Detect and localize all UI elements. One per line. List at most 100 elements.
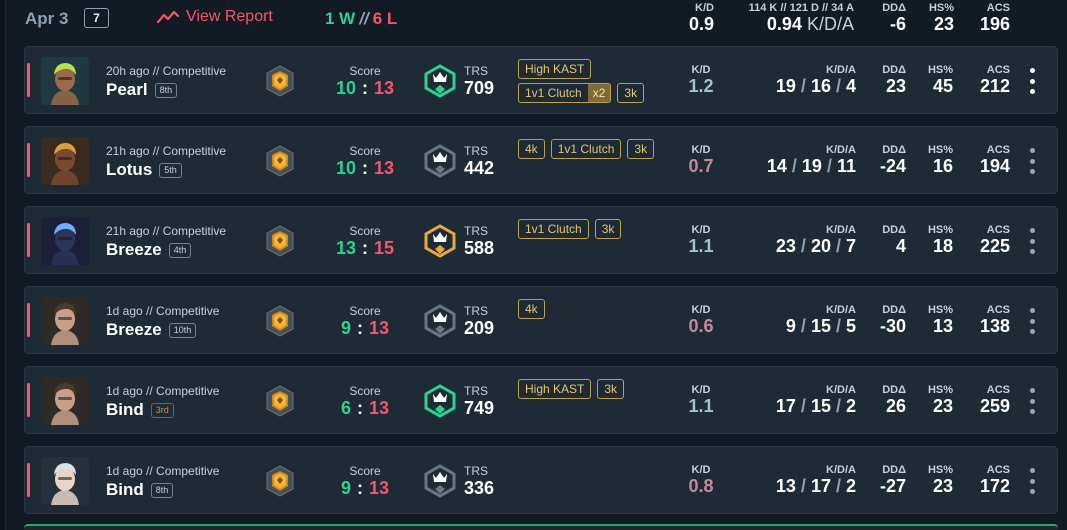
badge-text: High KAST	[525, 62, 585, 76]
kda-label: K/D/A	[826, 464, 856, 476]
score-label: Score	[349, 304, 381, 318]
trs-value: 588	[464, 238, 495, 258]
placement-badge: 5th	[159, 162, 182, 178]
more-options-icon[interactable]	[1027, 468, 1037, 494]
match-row[interactable]: 20h ago // Competitive Pearl 8th Score 1…	[24, 46, 1058, 114]
match-row[interactable]: 1d ago // Competitive Bind 3rd Score 6:1…	[24, 366, 1058, 434]
trs-label: TRS	[464, 304, 488, 318]
score-label: Score	[349, 64, 381, 78]
agent-omen-icon	[41, 217, 89, 265]
summary-dd: DDΔ -6	[882, 2, 906, 35]
loss-indicator	[27, 303, 30, 337]
achievement-badges: 4k 1v1 Clutch 3k	[518, 139, 668, 159]
match-row[interactable]: 1d ago // Competitive Bind 8th Score 9:1…	[24, 446, 1058, 514]
achievement-badge: 3k	[594, 219, 622, 239]
loss-indicator	[27, 223, 30, 257]
score: Score 9:13	[325, 304, 405, 339]
score-lost: 13	[368, 478, 390, 498]
view-report-label: View Report	[186, 8, 273, 25]
next-match-row-edge[interactable]	[24, 524, 1058, 530]
kd-label: K/D	[691, 464, 711, 476]
kd-value: 1.1	[688, 236, 714, 256]
achievement-badges: 1v1 Clutch 3k	[518, 219, 668, 239]
trs-label: TRS	[464, 224, 488, 238]
achievement-badge: High KAST	[518, 59, 592, 79]
trs-value: 209	[464, 318, 495, 338]
loss-indicator	[27, 383, 30, 417]
more-options-icon[interactable]	[1027, 308, 1037, 334]
acs-value: 259	[979, 396, 1010, 416]
score-colon: :	[356, 318, 363, 338]
match-count-badge: 7	[84, 8, 109, 28]
average-combat-score: ACS 172	[980, 464, 1010, 497]
headshot-percent: HS% 18	[928, 224, 953, 257]
trs-value: 749	[464, 398, 495, 418]
kda-slash: /	[800, 316, 806, 336]
match-row[interactable]: 21h ago // Competitive Lotus 5th Score 1…	[24, 126, 1058, 194]
damage-delta: DDΔ 4	[882, 224, 906, 257]
dd-label: DDΔ	[882, 144, 906, 156]
score-won: 10	[335, 78, 356, 98]
trs: TRS 336	[464, 464, 494, 499]
headshot-percent: HS% 16	[928, 144, 953, 177]
kda-slash: /	[800, 476, 806, 496]
achievement-badge: 1v1 Clutch	[550, 139, 622, 159]
more-options-icon[interactable]	[1027, 388, 1037, 414]
hs-label: HS%	[927, 64, 953, 76]
summary-kd: K/D 0.9	[682, 2, 714, 35]
loss-indicator	[27, 63, 30, 97]
hs-label: HS%	[927, 144, 953, 156]
assists: 7	[845, 236, 856, 256]
score-lost: 13	[374, 78, 395, 98]
more-options-icon[interactable]	[1027, 68, 1037, 94]
hs-label: HS%	[927, 384, 953, 396]
left-rail	[0, 0, 6, 530]
match-row[interactable]: 1d ago // Competitive Breeze 10th Score …	[24, 286, 1058, 354]
average-combat-score: ACS 259	[980, 384, 1010, 417]
trs-label: TRS	[464, 64, 488, 78]
dd-value: -30	[879, 316, 906, 336]
badge-multiplier: x2	[587, 84, 611, 102]
score-won: 10	[335, 158, 356, 178]
achievement-badge: 3k	[597, 379, 625, 399]
rank-gold-icon	[266, 65, 294, 97]
placement-badge: 4th	[168, 242, 192, 258]
score-colon: :	[362, 78, 368, 98]
acs-label: ACS	[986, 224, 1010, 236]
trs-value: 709	[464, 78, 495, 98]
dd-value: 23	[885, 76, 906, 96]
achievement-badge: 4k	[518, 299, 545, 319]
kda: K/D/A 23/20/7	[776, 224, 856, 257]
kda-slash: /	[800, 236, 806, 256]
score-label: Score	[349, 224, 381, 238]
rank-gold-icon	[266, 465, 294, 497]
map-name: Lotus	[106, 160, 153, 179]
deaths: 19	[801, 156, 822, 176]
assists: 5	[845, 316, 856, 336]
kda-label: K/D/A	[826, 144, 856, 156]
summary-kd-value: 0.9	[688, 14, 714, 34]
kills: 19	[775, 76, 796, 96]
damage-delta: DDΔ 26	[882, 384, 906, 417]
more-options-icon[interactable]	[1027, 148, 1037, 174]
acs-label: ACS	[986, 64, 1010, 76]
match-row[interactable]: 21h ago // Competitive Breeze 4th Score …	[24, 206, 1058, 274]
achievement-badges: High KAST 3k	[518, 379, 668, 399]
kd: K/D 1.1	[679, 224, 723, 257]
kd: K/D 1.1	[679, 384, 723, 417]
average-combat-score: ACS 138	[980, 304, 1010, 337]
losses-count: 6 L	[372, 9, 398, 28]
average-combat-score: ACS 194	[980, 144, 1010, 177]
score-won: 9	[340, 318, 351, 338]
score-won: 6	[340, 398, 351, 418]
dd-label: DDΔ	[882, 224, 906, 236]
acs-value: 225	[979, 236, 1010, 256]
more-options-icon[interactable]	[1027, 228, 1037, 254]
view-report-link[interactable]: View Report	[157, 8, 273, 26]
match-time-mode: 1d ago // Competitive	[106, 464, 220, 478]
assists: 2	[845, 396, 856, 416]
summary-acs-value: 196	[979, 14, 1010, 34]
kd: K/D 0.8	[679, 464, 723, 497]
hs-label: HS%	[927, 224, 953, 236]
hs-label: HS%	[927, 464, 953, 476]
